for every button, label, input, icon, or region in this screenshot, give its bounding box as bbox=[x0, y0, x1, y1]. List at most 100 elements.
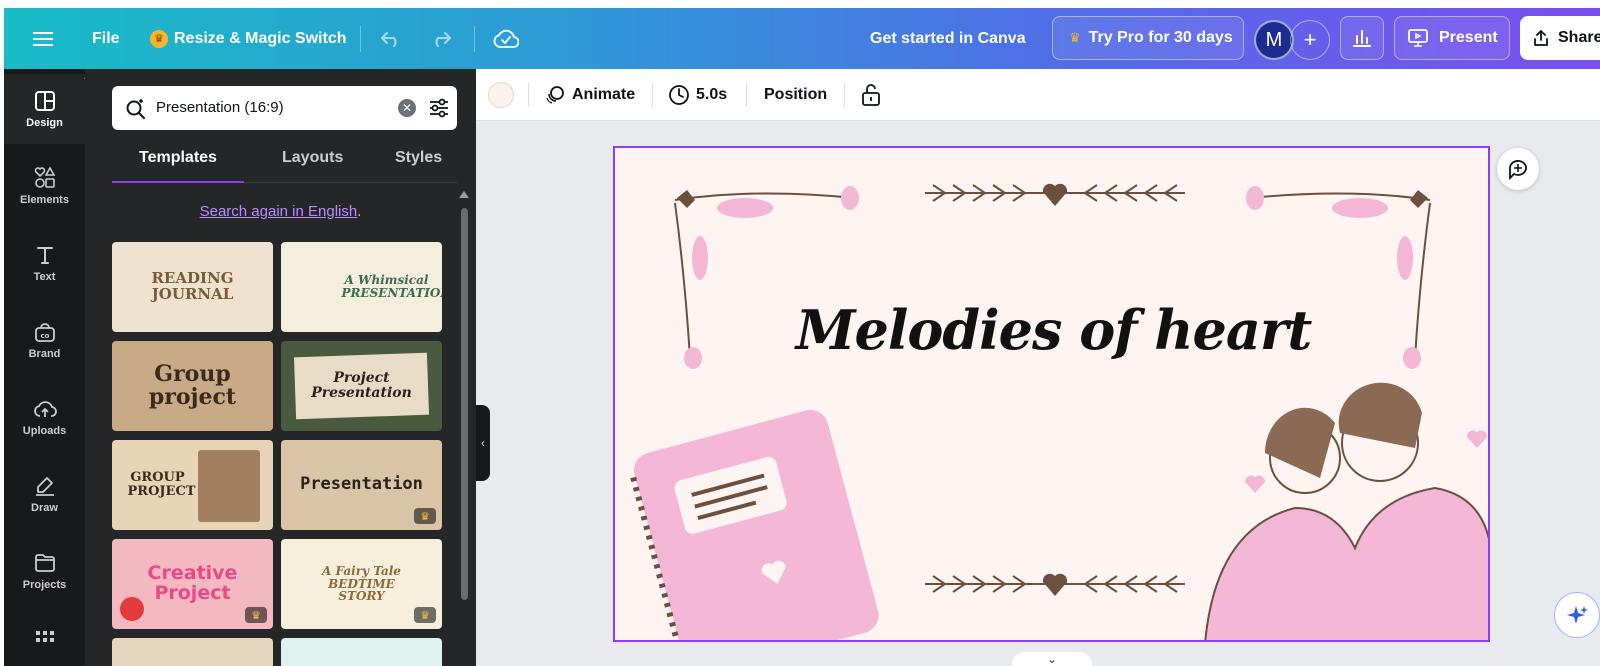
add-comment-button[interactable] bbox=[1497, 148, 1539, 190]
insights-button[interactable] bbox=[1340, 16, 1384, 60]
tab-layouts[interactable]: Layouts bbox=[282, 149, 343, 167]
get-started-link[interactable]: Get started in Canva bbox=[870, 8, 1026, 69]
template-thumbnail[interactable] bbox=[281, 638, 442, 666]
rail-item-text[interactable]: Text bbox=[4, 228, 85, 298]
redo-button[interactable] bbox=[430, 8, 452, 69]
expand-pages-button[interactable]: ⌄ bbox=[1012, 652, 1092, 666]
background-color-swatch[interactable] bbox=[488, 69, 514, 121]
pro-crown-icon: ♛ bbox=[414, 508, 436, 524]
template-thumbnail[interactable]: Project Presentation bbox=[281, 341, 442, 431]
clear-search-icon[interactable]: ✕ bbox=[398, 99, 416, 117]
template-thumbnail[interactable]: A Fairy Tale BEDTIME STORY ♛ bbox=[281, 539, 442, 629]
template-thumbnail[interactable]: GROUP PROJECT bbox=[112, 440, 273, 530]
file-menu-button[interactable]: File bbox=[92, 8, 120, 69]
slide-decorations bbox=[630, 183, 1488, 640]
design-icon bbox=[34, 91, 55, 111]
rail-item-uploads[interactable]: Uploads bbox=[4, 382, 85, 452]
undo-button[interactable] bbox=[380, 8, 402, 69]
rail-label: Uploads bbox=[22, 425, 67, 437]
magic-assistant-button[interactable] bbox=[1554, 592, 1600, 638]
rail-item-projects[interactable]: Projects bbox=[4, 536, 85, 606]
small-heart-icon bbox=[1244, 475, 1266, 493]
rail-item-apps[interactable] bbox=[4, 614, 85, 666]
template-thumbnail[interactable]: Presentation ♛ bbox=[281, 440, 442, 530]
color-swatch bbox=[488, 82, 514, 108]
active-tab-indicator bbox=[112, 181, 244, 183]
share-button[interactable]: Share bbox=[1520, 16, 1600, 60]
draw-icon bbox=[35, 477, 54, 496]
left-rail: Design Elements Text co Brand Uploads Dr… bbox=[4, 69, 85, 666]
rail-item-draw[interactable]: Draw bbox=[4, 459, 85, 529]
filter-icon[interactable] bbox=[428, 97, 450, 119]
template-thumbnail[interactable]: Group project bbox=[112, 341, 273, 431]
side-panel: Presentation (16:9) ✕ Templates Layouts … bbox=[85, 69, 476, 666]
divider bbox=[360, 26, 361, 52]
duration-button[interactable]: 5.0s bbox=[668, 69, 727, 121]
cloud-upload-icon bbox=[33, 401, 57, 417]
present-label: Present bbox=[1439, 29, 1498, 46]
animate-label: Animate bbox=[572, 86, 636, 103]
rail-label: Draw bbox=[31, 502, 58, 514]
search-again-notice: Search again in English. bbox=[85, 203, 476, 220]
template-search[interactable]: Presentation (16:9) ✕ bbox=[112, 86, 457, 130]
slide-title[interactable]: Melodies of heart bbox=[615, 298, 1488, 362]
rail-item-elements[interactable]: Elements bbox=[4, 151, 85, 221]
rail-label: Elements bbox=[20, 194, 69, 206]
apps-grid-icon bbox=[35, 631, 54, 642]
position-button[interactable]: Position bbox=[764, 69, 827, 121]
folder-icon bbox=[34, 554, 55, 572]
undo-icon bbox=[381, 31, 397, 47]
template-title: A Whimsical PRESENTATION bbox=[341, 273, 443, 300]
template-title: A Fairy Tale BEDTIME STORY bbox=[322, 564, 401, 604]
duration-label: 5.0s bbox=[696, 86, 728, 103]
animate-button[interactable]: Animate bbox=[544, 69, 635, 121]
rail-item-brand[interactable]: co Brand bbox=[4, 305, 85, 375]
redo-icon bbox=[435, 31, 451, 47]
brand-icon: co bbox=[34, 323, 55, 342]
divider bbox=[474, 26, 475, 52]
template-title: Presentation bbox=[300, 474, 423, 495]
template-thumbnail[interactable]: READING JOURNAL bbox=[112, 242, 273, 332]
main-menu-button[interactable] bbox=[28, 8, 58, 69]
search-input[interactable]: Presentation (16:9) bbox=[156, 99, 284, 116]
divider bbox=[844, 83, 845, 107]
rail-item-design[interactable]: Design bbox=[4, 74, 85, 144]
template-thumbnail[interactable] bbox=[112, 638, 273, 666]
present-button[interactable]: Present bbox=[1394, 16, 1510, 60]
invite-button[interactable]: + bbox=[1290, 20, 1330, 60]
share-icon bbox=[1534, 30, 1548, 46]
heart-icon bbox=[1042, 573, 1068, 596]
top-bar: File ♛ Resize & Magic Switch Get started… bbox=[4, 8, 1600, 69]
clock-icon bbox=[669, 85, 689, 105]
rail-label: Text bbox=[33, 271, 56, 283]
pro-crown-icon: ♛ bbox=[414, 607, 436, 623]
lock-button[interactable] bbox=[860, 69, 882, 121]
try-pro-button[interactable]: ♛ Try Pro for 30 days bbox=[1052, 16, 1244, 60]
tab-styles[interactable]: Styles bbox=[395, 149, 442, 167]
divider bbox=[652, 83, 653, 107]
panel-scroll-up-icon[interactable] bbox=[459, 191, 469, 198]
panel-scrollbar[interactable] bbox=[461, 208, 468, 600]
sparkle-icon bbox=[1567, 606, 1588, 624]
present-icon bbox=[1408, 29, 1428, 47]
collapse-panel-button[interactable]: ‹ bbox=[476, 405, 490, 481]
unlock-icon bbox=[862, 84, 880, 106]
slide-page[interactable]: Melodies of heart bbox=[613, 146, 1490, 642]
play-badge-icon bbox=[120, 597, 144, 621]
search-again-link[interactable]: Search again in English bbox=[200, 203, 358, 220]
template-thumbnail[interactable]: Creative Project ♛ bbox=[112, 539, 273, 629]
pro-crown-icon: ♛ bbox=[245, 607, 267, 623]
resize-magic-switch-button[interactable]: ♛ Resize & Magic Switch bbox=[150, 8, 347, 69]
resize-label: Resize & Magic Switch bbox=[174, 29, 347, 47]
crown-icon: ♛ bbox=[150, 29, 168, 48]
crown-icon: ♛ bbox=[1069, 30, 1081, 45]
save-status-button[interactable] bbox=[493, 8, 519, 69]
template-title: Project Presentation bbox=[311, 370, 412, 401]
template-thumbnail[interactable]: A Whimsical PRESENTATION bbox=[281, 242, 442, 332]
tab-templates[interactable]: Templates bbox=[139, 149, 217, 167]
divider bbox=[528, 83, 529, 107]
avatar[interactable]: M bbox=[1254, 20, 1294, 60]
panel-tabs: Templates Layouts Styles bbox=[112, 149, 457, 183]
photo-placeholder bbox=[198, 450, 260, 522]
template-title: Creative Project bbox=[147, 562, 238, 604]
